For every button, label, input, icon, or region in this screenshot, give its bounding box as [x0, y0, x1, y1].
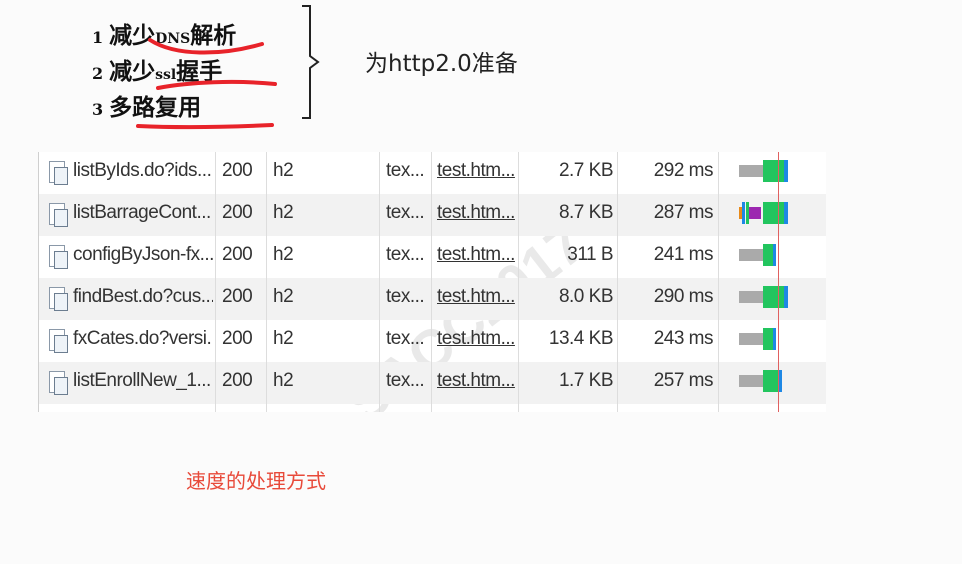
network-requests-table: SACC2017 listByIds.do?ids...200h2tex...t… — [38, 152, 826, 412]
waterfall-segment — [739, 165, 763, 177]
table-row[interactable]: fxCates.do?versi... 200 h2 tex... test.htm..… — [39, 320, 826, 362]
waterfall-segment — [784, 160, 788, 182]
waterfall-segment — [739, 375, 763, 387]
status-code: 200 — [222, 370, 253, 391]
request-name: listEnrollNew_1... — [73, 370, 211, 391]
file-icon — [49, 245, 68, 269]
file-icon — [49, 329, 68, 353]
table-row[interactable]: listByIds.do?ids... 200 h2 tex... test.htm..… — [39, 152, 826, 194]
response-size: 8.7 KB — [558, 202, 613, 223]
protocol: h2 — [273, 202, 294, 223]
protocol: h2 — [273, 370, 294, 391]
right-brace-icon — [302, 5, 320, 119]
waterfall-segment — [763, 244, 773, 266]
side-note: 为http2.0准备 — [365, 51, 518, 77]
content-type: tex... — [386, 160, 425, 181]
content-type: tex... — [386, 202, 425, 223]
request-name: listByIds.do?ids... — [73, 160, 212, 181]
status-code: 200 — [222, 286, 253, 307]
waterfall-bar[interactable] — [739, 320, 795, 362]
request-name: findBest.do?cus... — [73, 286, 213, 307]
underline-ssl — [156, 79, 277, 90]
request-name: listBarrageCont... — [73, 202, 211, 223]
status-code: 200 — [222, 244, 253, 265]
initiator-link[interactable]: test.htm... — [437, 194, 517, 236]
waterfall-segment — [739, 333, 763, 345]
content-type: tex... — [386, 328, 425, 349]
column-divider — [215, 152, 216, 412]
initiator-link[interactable]: test.htm... — [437, 362, 517, 404]
response-size: 1.7 KB — [558, 370, 613, 391]
protocol: h2 — [273, 160, 294, 181]
table-row[interactable]: configByJson-fx... 200 h2 tex... test.htm...… — [39, 236, 826, 278]
file-icon — [49, 371, 68, 395]
request-time: 243 ms — [653, 328, 713, 349]
response-size: 8.0 KB — [558, 286, 613, 307]
waterfall-bar[interactable] — [739, 236, 795, 278]
column-divider — [266, 152, 267, 412]
table-row[interactable]: listEnrollNew_1... 200 h2 tex... test.htm...… — [39, 362, 826, 404]
waterfall-segment — [739, 291, 763, 303]
waterfall-segment — [749, 207, 761, 219]
initiator-link[interactable]: test.htm... — [437, 152, 517, 194]
response-size: 2.7 KB — [558, 160, 613, 181]
column-divider — [431, 152, 432, 412]
waterfall-segment — [773, 244, 776, 266]
request-time: 287 ms — [653, 202, 713, 223]
initiator-link[interactable]: test.htm... — [437, 236, 517, 278]
underline-multiplex — [136, 123, 274, 130]
column-divider — [518, 152, 519, 412]
waterfall-segment — [763, 286, 784, 308]
table-row[interactable]: listBarrageCont... 200 h2 tex... test.htm...… — [39, 194, 826, 236]
waterfall-segment — [763, 160, 784, 182]
waterfall-segment — [773, 328, 776, 350]
waterfall-segment — [763, 328, 773, 350]
response-size: 13.4 KB — [548, 328, 613, 349]
column-divider — [617, 152, 618, 412]
content-type: tex... — [386, 244, 425, 265]
response-size: 311 B — [567, 244, 613, 265]
request-time: 257 ms — [653, 370, 713, 391]
request-name: fxCates.do?versi... — [73, 328, 213, 349]
waterfall-segment — [779, 370, 782, 392]
status-code: 200 — [222, 328, 253, 349]
table-row[interactable]: findBest.do?cus... 200 h2 tex... test.htm...… — [39, 278, 826, 320]
request-time: 290 ms — [653, 286, 713, 307]
waterfall-segment — [763, 202, 784, 224]
file-icon — [49, 287, 68, 311]
waterfall-bar[interactable] — [739, 362, 795, 404]
request-time: 292 ms — [653, 160, 713, 181]
content-type: tex... — [386, 286, 425, 307]
file-icon — [49, 203, 68, 227]
protocol: h2 — [273, 328, 294, 349]
initiator-link[interactable]: test.htm... — [437, 278, 517, 320]
waterfall-segment — [742, 202, 745, 224]
waterfall-bar[interactable] — [739, 194, 795, 236]
waterfall-segment — [784, 286, 788, 308]
column-divider — [718, 152, 719, 412]
load-event-line — [778, 152, 779, 412]
waterfall-bar[interactable] — [739, 278, 795, 320]
protocol: h2 — [273, 286, 294, 307]
content-type: tex... — [386, 370, 425, 391]
status-code: 200 — [222, 160, 253, 181]
status-code: 200 — [222, 202, 253, 223]
request-time: 241 ms — [653, 244, 713, 265]
waterfall-segment — [784, 202, 788, 224]
initiator-link[interactable]: test.htm... — [437, 320, 517, 362]
waterfall-bar[interactable] — [739, 152, 795, 194]
file-icon — [49, 161, 68, 185]
underline-dns — [148, 38, 264, 55]
protocol: h2 — [273, 244, 294, 265]
waterfall-segment — [739, 249, 763, 261]
column-divider — [379, 152, 380, 412]
request-name: configByJson-fx... — [73, 244, 213, 265]
caption: 速度的处理方式 — [186, 469, 326, 493]
